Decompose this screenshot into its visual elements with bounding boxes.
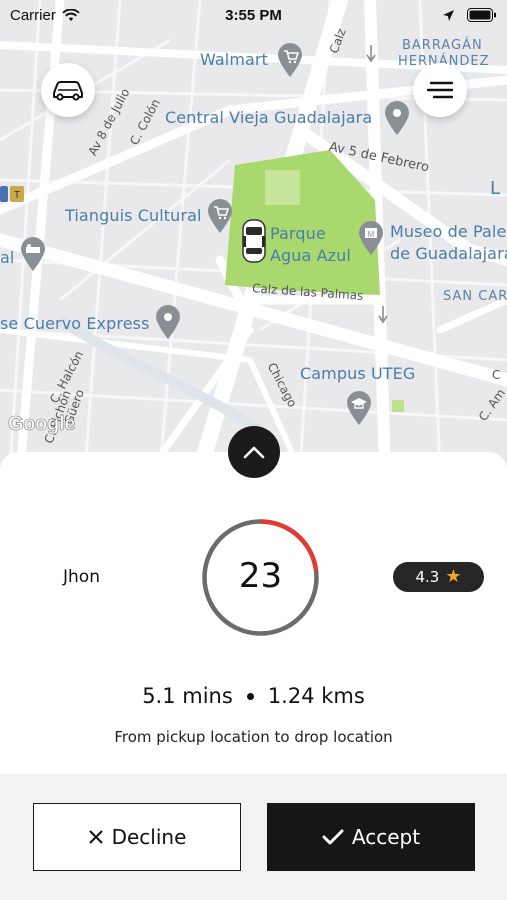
trip-distance: 1.24 kms bbox=[267, 684, 365, 708]
school-pin-icon[interactable] bbox=[346, 390, 372, 426]
map-label-al: al bbox=[0, 248, 15, 267]
rating-value: 4.3 bbox=[415, 568, 440, 586]
expand-sheet-button[interactable] bbox=[228, 426, 280, 478]
battery-icon bbox=[467, 8, 496, 22]
separator-dot bbox=[246, 692, 254, 700]
check-icon bbox=[322, 829, 344, 845]
district-label-barragan: BARRAGÁN bbox=[402, 38, 483, 53]
trip-stats: 5.1 mins 1.24 kms bbox=[0, 684, 507, 708]
location-arrow-icon bbox=[443, 9, 454, 21]
svg-text:M: M bbox=[368, 230, 375, 239]
map-label-l-edge: L bbox=[490, 178, 501, 199]
one-way-arrow-icon bbox=[366, 45, 376, 63]
car-icon bbox=[53, 81, 83, 101]
star-icon: ★ bbox=[445, 566, 462, 587]
svg-text:T: T bbox=[14, 190, 20, 201]
carrier-label: Carrier bbox=[10, 6, 56, 24]
menu-icon bbox=[427, 81, 453, 99]
map-label-tianguis: Tianguis Cultural bbox=[65, 206, 202, 225]
place-pin-icon[interactable] bbox=[155, 304, 181, 340]
map-label-parque: Parque bbox=[270, 224, 326, 243]
map-label-campus-uteg: Campus UTEG bbox=[300, 364, 416, 383]
shopping-cart-pin-icon[interactable] bbox=[207, 198, 233, 234]
transit-icon: T bbox=[0, 186, 24, 202]
chevron-up-icon bbox=[243, 446, 265, 459]
trip-duration: 5.1 mins bbox=[142, 684, 233, 708]
district-label-san-carlos: SAN CAR bbox=[443, 289, 507, 304]
accept-button[interactable]: Accept bbox=[267, 803, 475, 871]
map-label-agua-azul: Agua Azul bbox=[270, 246, 351, 265]
map-label-museo: Museo de Pale bbox=[390, 222, 507, 241]
museum-pin-icon[interactable]: M bbox=[358, 220, 384, 256]
route-note: From pickup location to drop location bbox=[114, 728, 393, 746]
close-icon bbox=[88, 830, 103, 844]
menu-button[interactable] bbox=[413, 63, 467, 117]
map-label-cuervo-express: se Cuervo Express bbox=[0, 314, 150, 333]
rider-name: Jhon bbox=[63, 567, 100, 587]
accept-label: Accept bbox=[351, 825, 421, 849]
wifi-icon bbox=[62, 8, 80, 21]
status-bar: Carrier 3:55 PM bbox=[0, 0, 507, 30]
map-label-walmart: Walmart bbox=[200, 50, 268, 69]
decline-button[interactable]: Decline bbox=[33, 803, 241, 871]
google-attribution: Google bbox=[8, 413, 76, 436]
one-way-arrow-icon bbox=[378, 306, 388, 324]
shopping-cart-pin-icon[interactable] bbox=[277, 42, 303, 78]
countdown-value: 23 bbox=[238, 556, 283, 596]
hotel-pin-icon[interactable] bbox=[20, 236, 46, 272]
rating-badge: 4.3 ★ bbox=[393, 562, 484, 592]
vehicle-button[interactable] bbox=[41, 63, 95, 117]
car-marker-icon bbox=[242, 219, 266, 263]
map-label-guadalajara: de Guadalajara bbox=[390, 244, 507, 263]
map-label-central-vieja: Central Vieja Guadalajara bbox=[165, 108, 373, 127]
street-label-c-edge: C bbox=[492, 368, 501, 382]
decline-label: Decline bbox=[111, 825, 187, 849]
place-pin-icon[interactable] bbox=[384, 100, 410, 136]
